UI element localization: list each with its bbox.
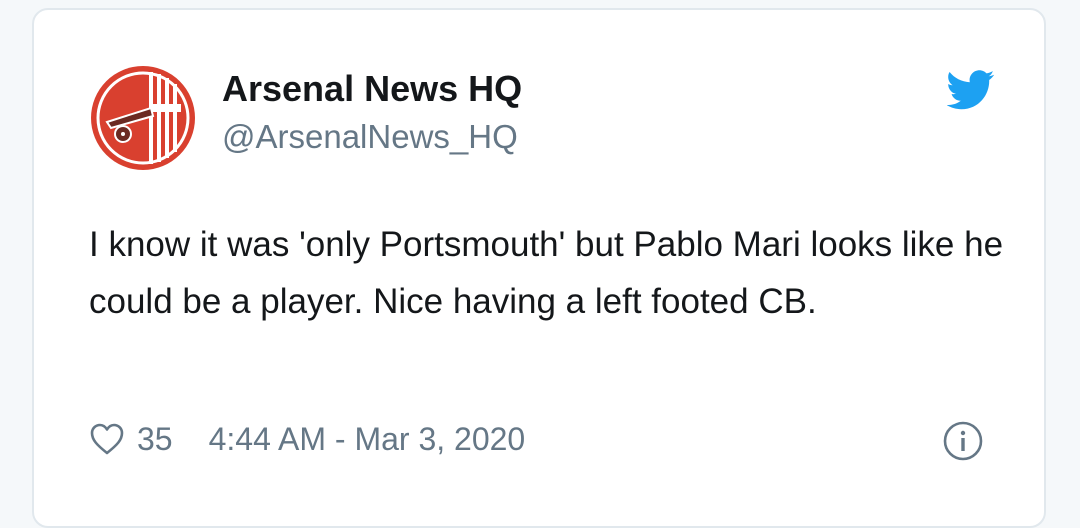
like-count[interactable]: 35 <box>137 421 173 458</box>
twitter-bird-icon[interactable] <box>947 70 995 110</box>
tweet-footer: 35 4:44 AM - Mar 3, 2020 <box>89 418 525 460</box>
avatar[interactable] <box>89 64 197 172</box>
tweet-card[interactable]: Arsenal News HQ @ArsenalNews_HQ I know i… <box>32 8 1046 528</box>
info-icon[interactable] <box>942 420 984 462</box>
display-name[interactable]: Arsenal News HQ <box>222 68 522 110</box>
heart-icon[interactable] <box>89 422 125 456</box>
tweet-text: I know it was 'only Portsmouth' but Pabl… <box>89 225 1004 321</box>
user-handle[interactable]: @ArsenalNews_HQ <box>222 118 518 156</box>
tweet-timestamp[interactable]: 4:44 AM - Mar 3, 2020 <box>209 421 526 458</box>
arsenal-cannon-logo-icon <box>91 66 195 170</box>
